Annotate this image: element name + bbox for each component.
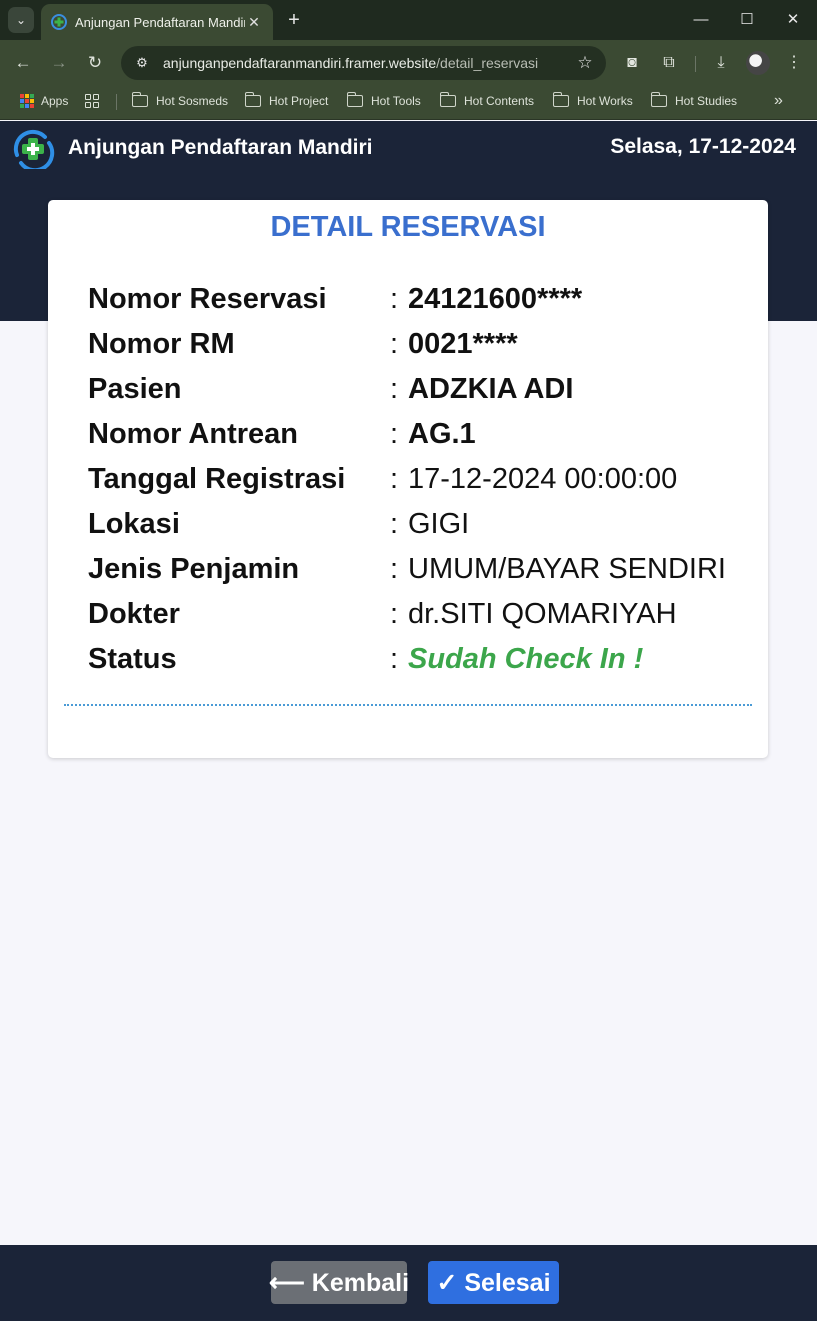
- profile-avatar[interactable]: [746, 51, 770, 75]
- folder-icon: [244, 92, 261, 107]
- site-info-icon[interactable]: ⚙: [131, 55, 153, 71]
- folder-icon: [552, 92, 569, 107]
- current-date: Selasa, 17-12-2024: [610, 135, 796, 158]
- detail-row-jenis-penjamin: Jenis Penjamin : UMUM/BAYAR SENDIRI: [88, 553, 778, 593]
- row-label: Status: [88, 643, 177, 675]
- row-label: Pasien: [88, 373, 182, 405]
- bookmark-apps-label: Apps: [41, 94, 69, 108]
- row-label: Nomor RM: [88, 328, 235, 360]
- reload-icon[interactable]: ↻: [81, 49, 109, 77]
- tab-groups-icon[interactable]: [85, 86, 99, 116]
- folder-icon: [346, 92, 363, 107]
- bookmark-folder[interactable]: Hot Studies: [650, 86, 738, 116]
- camera-icon[interactable]: ◙: [618, 49, 646, 77]
- download-icon[interactable]: ⤓: [707, 49, 735, 77]
- bookmarks-divider: [116, 94, 117, 110]
- bookmark-folder[interactable]: Hot Contents: [439, 86, 535, 116]
- row-colon: :: [390, 463, 399, 495]
- status-value: Sudah Check In !: [408, 643, 644, 675]
- row-label: Jenis Penjamin: [88, 553, 300, 585]
- row-value: ADZKIA ADI: [408, 373, 574, 405]
- row-colon: :: [390, 418, 399, 450]
- card-title: DETAIL RESERVASI: [270, 211, 546, 243]
- folder-icon: [439, 92, 456, 107]
- app-title: Anjungan Pendaftaran Mandiri: [68, 136, 373, 159]
- row-value: 24121600****: [408, 283, 583, 315]
- detail-row-nomor-reservasi: Nomor Reservasi : 24121600****: [88, 283, 778, 323]
- row-colon: :: [390, 553, 399, 585]
- new-tab-button[interactable]: +: [282, 6, 306, 34]
- detail-row-tanggal-registrasi: Tanggal Registrasi : 17-12-2024 00:00:00: [88, 463, 778, 503]
- forward-arrow-icon[interactable]: →: [45, 49, 73, 77]
- row-value: AG.1: [408, 418, 476, 450]
- bookmark-label: Hot Works: [577, 94, 633, 108]
- grid-icon: [85, 94, 99, 108]
- bookmark-label: Hot Contents: [464, 94, 535, 108]
- apps-grid-icon: [20, 94, 34, 108]
- done-button[interactable]: ✓ Selesai: [428, 1261, 559, 1304]
- row-label: Nomor Antrean: [88, 418, 298, 450]
- bookmarks-bar: Apps Hot Sosmeds Hot Project Hot Tools H…: [0, 86, 817, 120]
- dotted-divider: [64, 704, 752, 706]
- menu-kebab-icon[interactable]: ⋮: [780, 49, 808, 77]
- detail-row-lokasi: Lokasi : GIGI: [88, 508, 778, 548]
- toolbar-divider: [695, 56, 696, 72]
- row-colon: :: [390, 598, 399, 630]
- back-button[interactable]: ⟵ Kembali: [269, 1261, 409, 1304]
- back-arrow-icon[interactable]: ←: [9, 49, 37, 77]
- row-label: Nomor Reservasi: [88, 283, 327, 315]
- url-text[interactable]: anjunganpendaftaranmandiri.framer.websit…: [163, 55, 574, 71]
- bookmark-apps[interactable]: Apps: [20, 86, 68, 116]
- maximize-icon[interactable]: ☐: [724, 6, 770, 34]
- bookmark-label: Hot Sosmeds: [156, 94, 229, 108]
- bookmark-star-icon[interactable]: ☆: [574, 53, 596, 73]
- folder-icon: [131, 92, 148, 107]
- bookmarks-overflow-icon[interactable]: »: [774, 86, 783, 116]
- address-bar[interactable]: ⚙ anjunganpendaftaranmandiri.framer.webs…: [121, 46, 606, 80]
- browser-tab-bar: ⌄ Anjungan Pendaftaran Mandiri ✕ + — ☐ ✕: [0, 0, 817, 40]
- detail-row-dokter: Dokter : dr.SITI QOMARIYAH: [88, 598, 778, 638]
- folder-icon: [650, 92, 667, 107]
- browser-tab[interactable]: Anjungan Pendaftaran Mandiri ✕: [41, 4, 273, 40]
- row-value: dr.SITI QOMARIYAH: [408, 598, 677, 630]
- bookmark-folder[interactable]: Hot Works: [552, 86, 633, 116]
- bookmark-label: Hot Project: [269, 94, 329, 108]
- row-colon: :: [390, 328, 399, 360]
- row-colon: :: [390, 508, 399, 540]
- bookmark-label: Hot Studies: [675, 94, 738, 108]
- row-label: Dokter: [88, 598, 180, 630]
- url-host: anjunganpendaftaranmandiri.framer.websit…: [163, 55, 437, 71]
- url-path: /detail_reservasi: [436, 55, 539, 71]
- bookmark-folder[interactable]: Hot Tools: [346, 86, 421, 116]
- detail-row-status: Status : Sudah Check In !: [88, 643, 778, 683]
- row-label: Tanggal Registrasi: [88, 463, 346, 495]
- row-value: GIGI: [408, 508, 470, 540]
- extensions-icon[interactable]: ⧉: [655, 49, 683, 77]
- row-value: 0021****: [408, 328, 518, 360]
- site-favicon-icon: [51, 14, 67, 30]
- close-icon[interactable]: ✕: [770, 6, 816, 34]
- row-value: 17-12-2024 00:00:00: [408, 463, 678, 495]
- tab-title: Anjungan Pendaftaran Mandiri: [75, 14, 245, 30]
- minimize-icon[interactable]: —: [678, 6, 724, 34]
- app-logo-icon: [13, 129, 55, 169]
- row-label: Lokasi: [88, 508, 180, 540]
- detail-row-nomor-antrean: Nomor Antrean : AG.1: [88, 418, 778, 458]
- row-colon: :: [390, 283, 399, 315]
- detail-row-pasien: Pasien : ADZKIA ADI: [88, 373, 778, 413]
- bookmark-folder[interactable]: Hot Sosmeds: [131, 86, 229, 116]
- bookmark-label: Hot Tools: [371, 94, 421, 108]
- row-colon: :: [390, 373, 399, 405]
- row-colon: :: [390, 643, 399, 675]
- bookmark-folder[interactable]: Hot Project: [244, 86, 329, 116]
- detail-row-nomor-rm: Nomor RM : 0021****: [88, 328, 778, 368]
- row-value: UMUM/BAYAR SENDIRI: [408, 553, 726, 585]
- tab-close-icon[interactable]: ✕: [245, 14, 263, 31]
- tab-list-icon[interactable]: ⌄: [8, 7, 34, 33]
- browser-toolbar: ← → ↻ ⚙ anjunganpendaftaranmandiri.frame…: [0, 40, 817, 86]
